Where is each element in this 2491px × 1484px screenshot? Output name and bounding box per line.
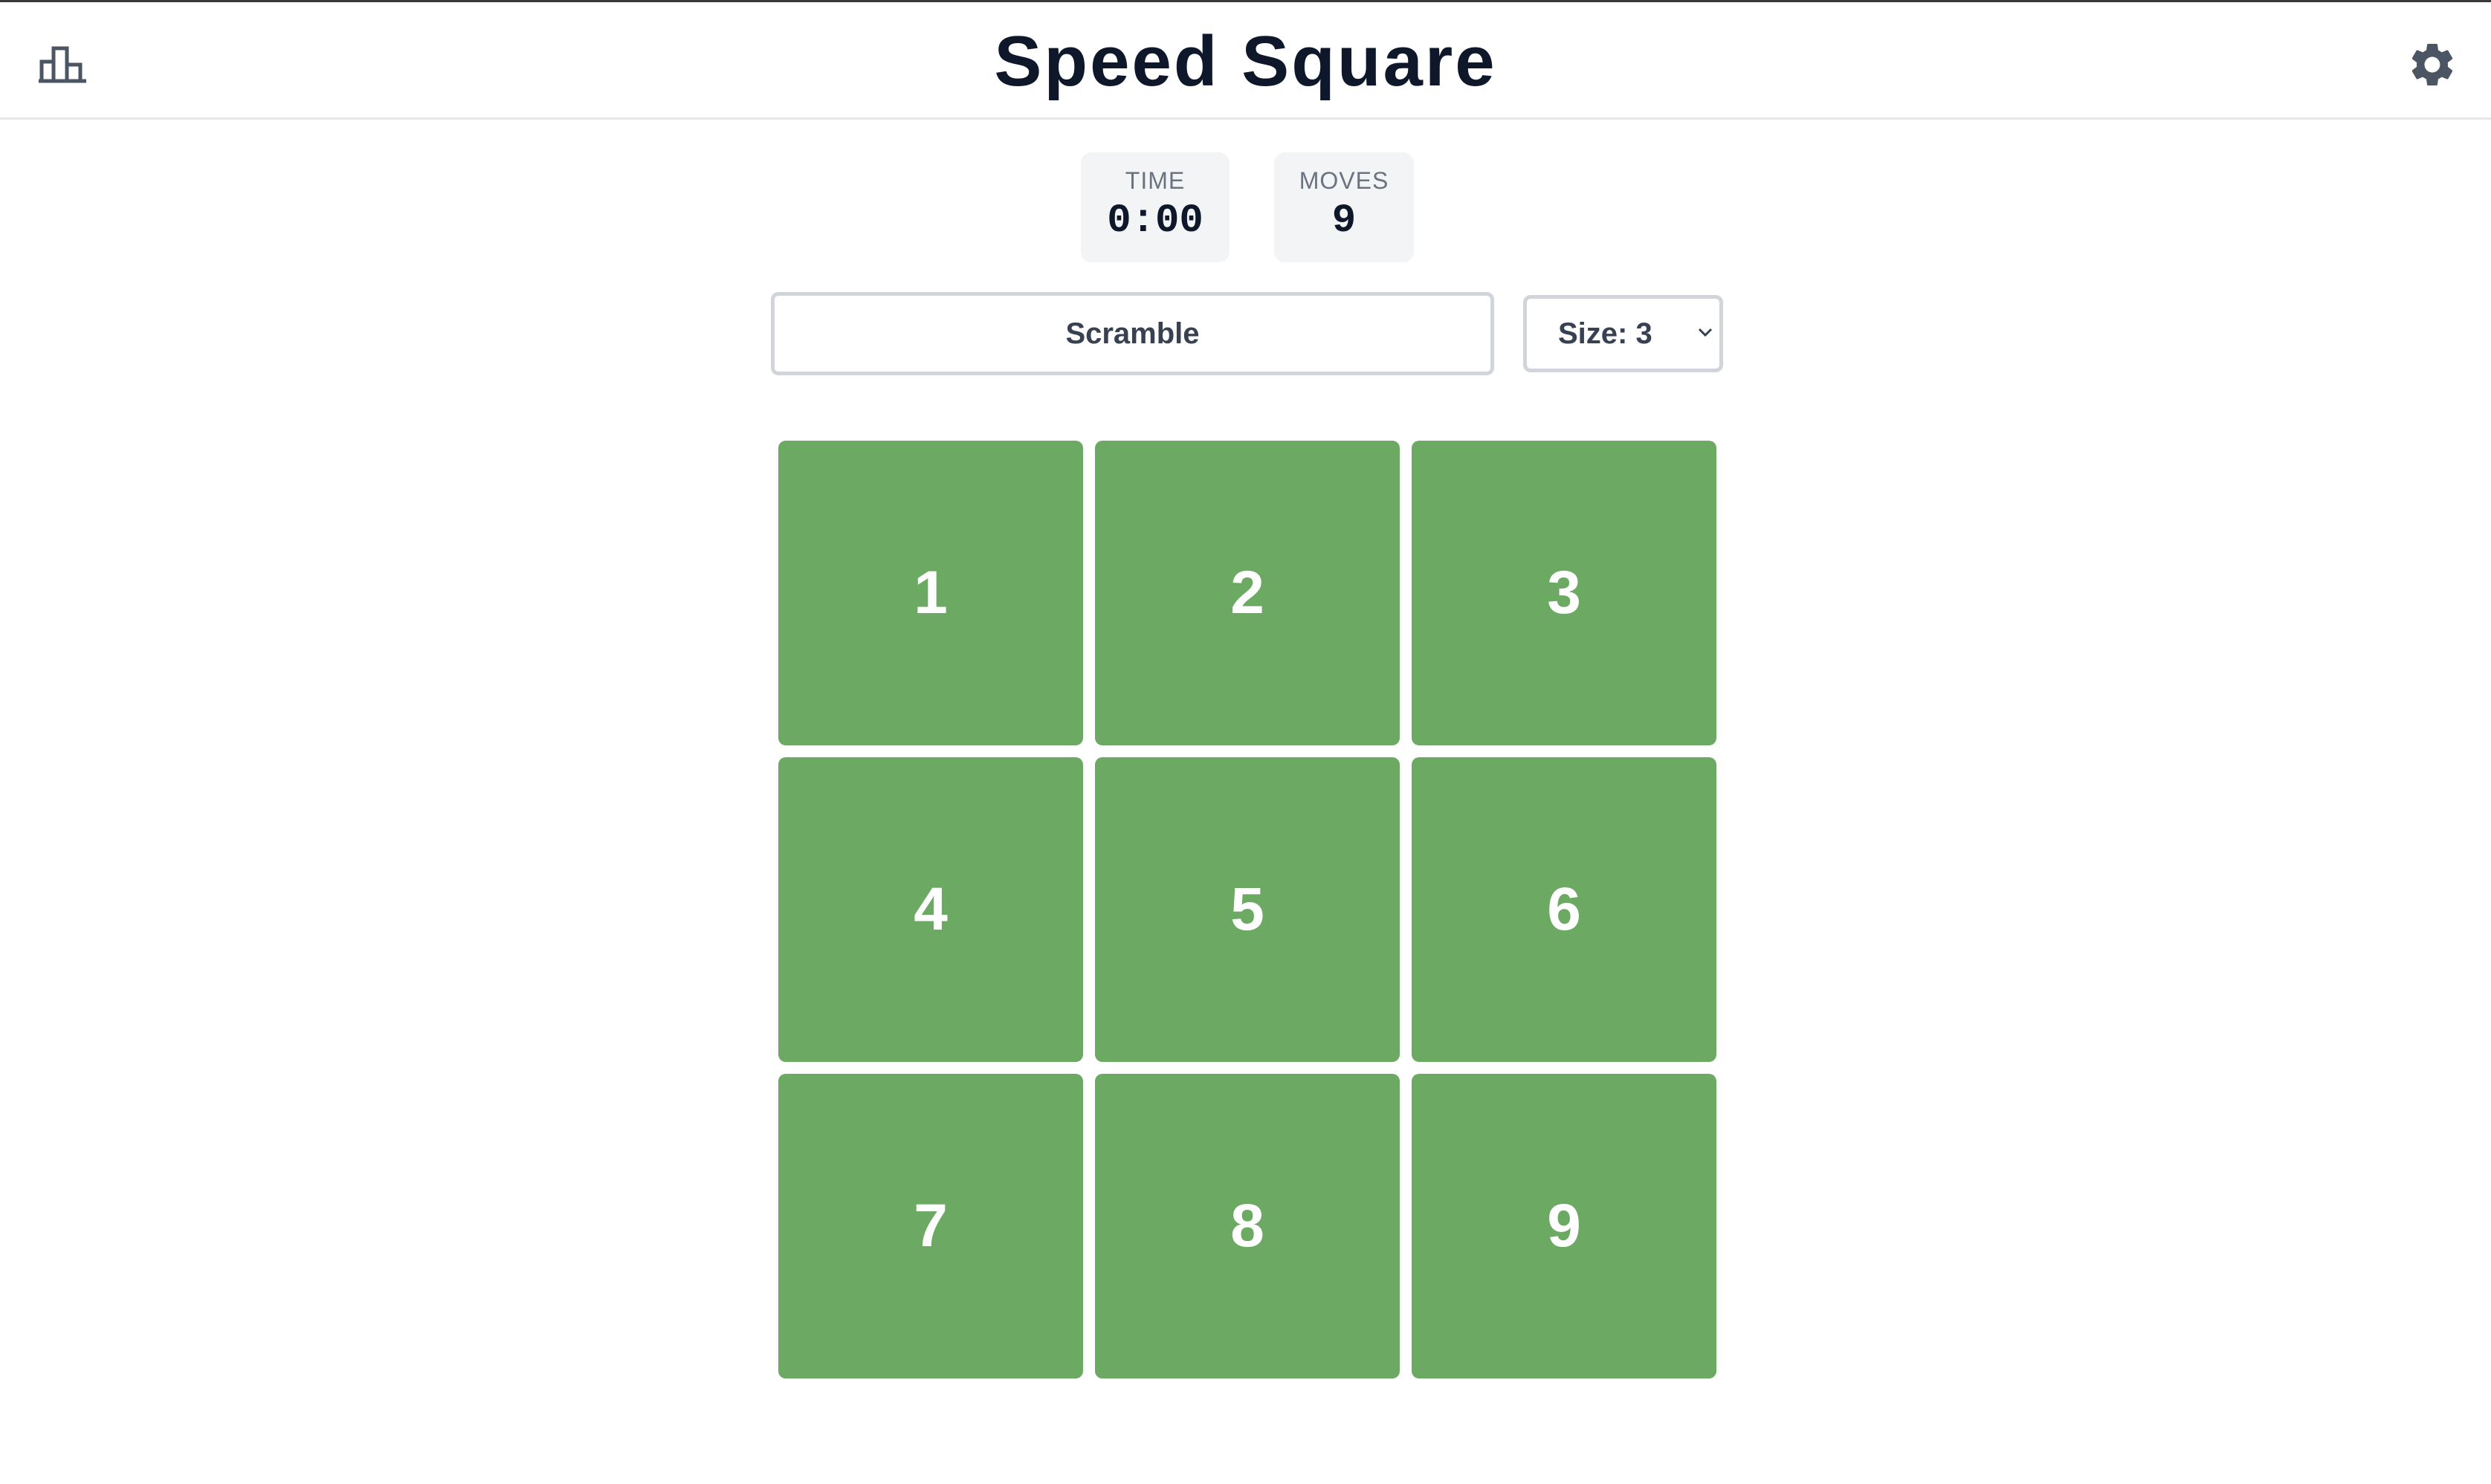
size-select-label: Size: 3 (1558, 317, 1652, 350)
app-header: Speed Square (0, 2, 2491, 120)
puzzle-tile[interactable]: 9 (1412, 1074, 1716, 1378)
puzzle-tile[interactable]: 8 (1095, 1074, 1400, 1378)
puzzle-board: 123 456 789 (778, 441, 1717, 1379)
gear-icon (2411, 43, 2453, 85)
settings-button[interactable] (2398, 30, 2466, 99)
moves-label: MOVES (1299, 167, 1389, 194)
size-select[interactable]: Size: 3 (1523, 295, 1723, 372)
puzzle-tile[interactable]: 5 (1095, 757, 1400, 1062)
chevron-down-icon (1698, 328, 1713, 337)
page-title: Speed Square (994, 22, 1497, 101)
time-label: TIME (1125, 167, 1186, 194)
scramble-button[interactable]: Scramble (771, 292, 1494, 375)
puzzle-tile[interactable]: 3 (1412, 441, 1716, 745)
time-value: 0:00 (1107, 198, 1204, 244)
moves-value: 9 (1331, 198, 1357, 244)
puzzle-tile[interactable]: 6 (1412, 757, 1716, 1062)
puzzle-tile[interactable]: 7 (778, 1074, 1083, 1378)
puzzle-tile[interactable]: 1 (778, 441, 1083, 745)
moves-stat: MOVES 9 (1274, 152, 1414, 262)
time-stat: TIME 0:00 (1081, 152, 1230, 262)
puzzle-tile[interactable]: 2 (1095, 441, 1400, 745)
puzzle-tile[interactable]: 4 (778, 757, 1083, 1062)
